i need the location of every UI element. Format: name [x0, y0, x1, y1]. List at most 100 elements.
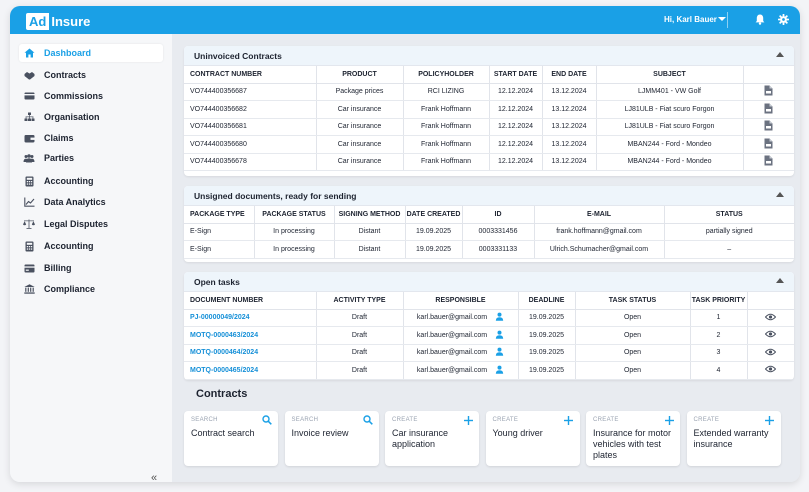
table-cell: 19.09.2025 [405, 240, 463, 259]
bell-icon[interactable] [752, 11, 768, 27]
sidebar-item-claims[interactable]: Claims [19, 129, 163, 147]
table-row[interactable]: PJ-00000049/2024 Draft karl.bauer@gmail.co… [184, 309, 794, 327]
eye-icon[interactable] [747, 361, 794, 380]
table-cell: 3 [690, 344, 748, 362]
sidebar-item-billing[interactable]: Billing [19, 259, 163, 277]
table-row[interactable]: E-Sign In processing Distant 19.09.2025 0003… [184, 223, 794, 241]
person-icon[interactable] [495, 347, 504, 358]
sidebar-item-commissions[interactable]: Commissions [19, 87, 163, 105]
table-cell: Car insurance [316, 118, 404, 136]
table-row[interactable]: VO744400356680 Car insurance Frank Hoffman… [184, 135, 794, 154]
user-greeting[interactable]: Hi, Karl Bauer [664, 15, 717, 24]
table-cell: 19.09.2025 [518, 309, 576, 327]
table-cell: Car insurance [316, 100, 404, 119]
sidebar-item-label: Legal Disputes [44, 219, 109, 229]
contract-action-card[interactable]: SEARCH Contract search [184, 411, 278, 466]
people-icon [23, 153, 35, 163]
logo-ad: Ad [26, 13, 50, 30]
table-cell: Distant [334, 223, 406, 241]
column-header: DEADLINE [518, 292, 576, 310]
contract-action-card[interactable]: CREATE Extended warranty insurance [686, 411, 781, 466]
table-cell: Distant [334, 240, 406, 259]
gear-icon[interactable] [775, 11, 791, 27]
sidebar-item-accounting[interactable]: Accounting [19, 172, 163, 190]
sidebar-item-compliance[interactable]: Compliance [19, 280, 163, 298]
person-icon[interactable] [495, 365, 504, 376]
document-number-link[interactable]: MOTQ-0000465/2024 [184, 361, 317, 380]
table-row[interactable]: MOTQ-0000463/2024 Draft karl.bauer@gmail.c… [184, 326, 794, 345]
table-cell: Draft [316, 344, 404, 362]
pdf-document-icon[interactable] [743, 118, 794, 136]
home-icon [23, 48, 35, 58]
card-label: Extended warranty insurance [693, 428, 769, 449]
top-bar: Ad Insure Hi, Karl Bauer [10, 6, 800, 34]
table-cell: Car insurance [316, 135, 404, 154]
table-row[interactable]: VO744400356687 Package prices RCI LIZING 12… [184, 83, 794, 101]
sidebar-item-organisation[interactable]: Organisation [19, 108, 163, 126]
table-cell: VO744400356678 [184, 153, 317, 171]
table-row[interactable]: MOTQ-0000464/2024 Draft karl.bauer@gmail.c… [184, 344, 794, 362]
divider [727, 12, 728, 28]
unsigned-documents-panel: Unsigned documents, ready for sending PA… [184, 186, 794, 262]
pdf-document-icon[interactable] [743, 153, 794, 171]
org-chart-icon [23, 112, 35, 122]
collapse-caret-icon[interactable] [776, 192, 784, 197]
search-icon[interactable] [362, 415, 373, 425]
document-number-link[interactable]: PJ-00000049/2024 [184, 309, 317, 327]
card-type: CREATE [693, 417, 720, 423]
table-cell: 13.12.2024 [542, 118, 597, 136]
eye-icon[interactable] [747, 344, 794, 362]
collapse-caret-icon[interactable] [776, 278, 784, 283]
table-cell: In processing [254, 240, 335, 259]
plus-icon[interactable] [463, 415, 473, 425]
eye-icon[interactable] [747, 326, 794, 345]
scales-icon [23, 219, 35, 229]
table-row[interactable]: VO744400356682 Car insurance Frank Hoffman… [184, 100, 794, 119]
table-row[interactable]: VO744400356678 Car insurance Frank Hoffman… [184, 153, 794, 171]
table-cell: Open [575, 344, 691, 362]
pdf-document-icon[interactable] [743, 135, 794, 154]
sidebar-item-parties[interactable]: Parties [19, 149, 163, 167]
card-type: SEARCH [291, 417, 319, 423]
table-row[interactable]: VO744400356681 Car insurance Frank Hoffman… [184, 118, 794, 136]
plus-icon[interactable] [765, 415, 775, 425]
logo[interactable]: Ad Insure [26, 13, 90, 30]
sidebar-item-legal-disputes[interactable]: Legal Disputes [19, 215, 163, 233]
pdf-document-icon[interactable] [743, 100, 794, 119]
column-header: STATUS [664, 206, 794, 224]
table-cell: Open [575, 361, 691, 380]
eye-icon[interactable] [747, 309, 794, 327]
card-type: CREATE [492, 417, 519, 423]
table-cell: Frank Hoffmann [403, 135, 490, 154]
responsible-email: karl.bauer@gmail.com [416, 366, 488, 374]
contract-action-card[interactable]: CREATE Insurance for motor vehicles with … [586, 411, 680, 466]
sidebar-item-accounting-2[interactable]: Accounting [19, 237, 163, 255]
table-row[interactable]: E-Sign In processing Distant 19.09.2025 0003… [184, 240, 794, 259]
sidebar-item-data-analytics[interactable]: Data Analytics [19, 193, 163, 211]
plus-icon[interactable] [664, 415, 674, 425]
table-cell: LJ81ULB - Fiat scuro Forgon [596, 100, 744, 119]
table-cell: 12.12.2024 [489, 118, 543, 136]
document-number-link[interactable]: MOTQ-0000463/2024 [184, 326, 317, 345]
document-number-link[interactable]: MOTQ-0000464/2024 [184, 344, 317, 362]
table-cell: VO744400356681 [184, 118, 317, 136]
table-row[interactable]: MOTQ-0000465/2024 Draft karl.bauer@gmail.c… [184, 361, 794, 380]
contract-action-card[interactable]: CREATE Car insurance application [385, 411, 479, 466]
contract-action-card[interactable]: SEARCH Invoice review [284, 411, 379, 466]
hands-icon [23, 70, 35, 80]
contract-action-card[interactable]: CREATE Young driver [485, 411, 580, 466]
collapse-sidebar-icon[interactable]: « [151, 472, 157, 482]
sidebar-item-label: Accounting [44, 176, 94, 186]
sidebar-item-dashboard[interactable]: Dashboard [19, 44, 163, 62]
billing-icon [23, 263, 35, 273]
table-cell: Frank Hoffmann [403, 153, 490, 171]
sidebar-item-contracts[interactable]: Contracts [19, 66, 163, 84]
collapse-caret-icon[interactable] [776, 52, 784, 57]
open-tasks-table: DOCUMENT NUMBER ACTIVITY TYPE RESPONSIBL… [184, 292, 794, 380]
search-icon[interactable] [262, 415, 272, 425]
table-cell: VO744400356682 [184, 100, 317, 119]
person-icon[interactable] [495, 330, 504, 341]
plus-icon[interactable] [564, 415, 574, 425]
person-icon[interactable] [495, 312, 504, 323]
pdf-document-icon[interactable] [743, 83, 794, 101]
